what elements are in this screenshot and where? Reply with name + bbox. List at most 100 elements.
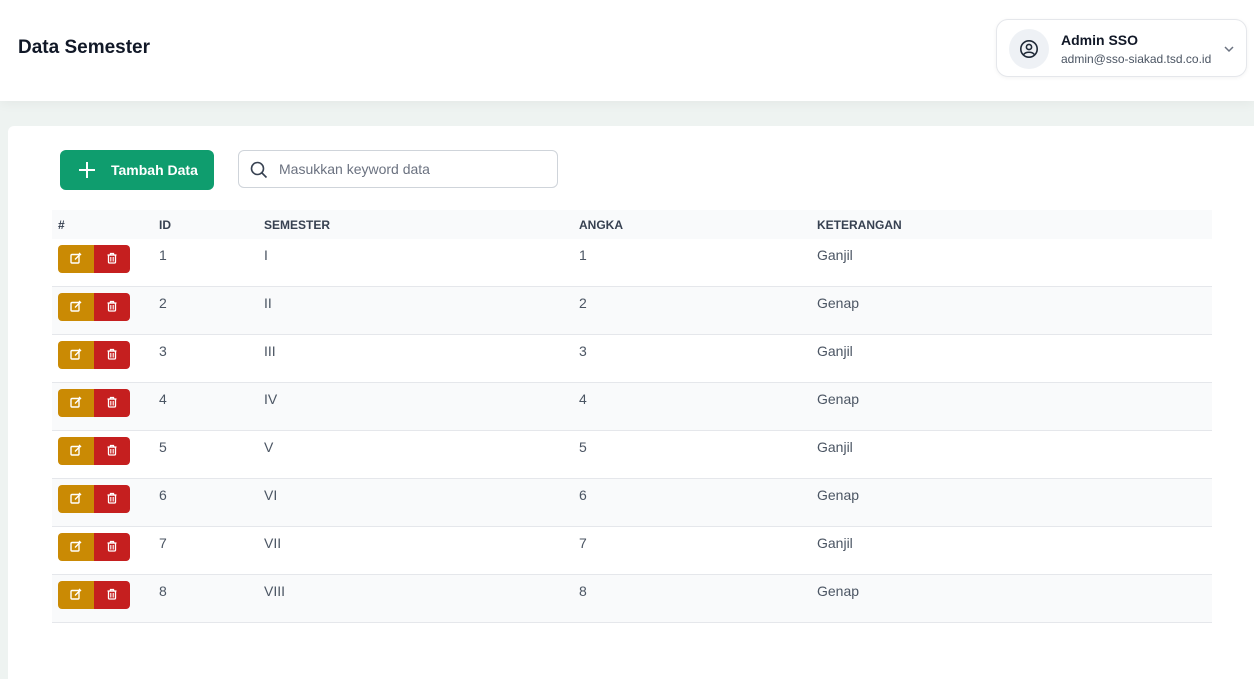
cell-angka: 6 (579, 487, 587, 503)
cell-semester: I (264, 247, 268, 263)
table-row: 1 I 1 Ganjil (52, 239, 1212, 287)
edit-button[interactable] (58, 341, 94, 369)
trash-icon (106, 588, 118, 603)
delete-button[interactable] (94, 485, 130, 513)
edit-button[interactable] (58, 533, 94, 561)
chevron-down-icon[interactable] (1223, 42, 1235, 60)
cell-id: 6 (159, 487, 167, 503)
trash-icon (106, 252, 118, 267)
cell-id: 7 (159, 535, 167, 551)
edit-icon (70, 444, 82, 459)
cell-angka: 8 (579, 583, 587, 599)
delete-button[interactable] (94, 437, 130, 465)
cell-id: 2 (159, 295, 167, 311)
edit-icon (70, 492, 82, 507)
cell-angka: 7 (579, 535, 587, 551)
trash-icon (106, 300, 118, 315)
edit-button[interactable] (58, 485, 94, 513)
row-actions (58, 341, 130, 369)
delete-button[interactable] (94, 245, 130, 273)
cell-semester: III (264, 343, 276, 359)
row-actions (58, 533, 130, 561)
column-header-angka: ANGKA (579, 218, 623, 232)
search-icon (250, 161, 268, 184)
cell-angka: 3 (579, 343, 587, 359)
column-header-keterangan: KETERANGAN (817, 218, 902, 232)
cell-semester: VII (264, 535, 282, 551)
search-box[interactable] (238, 150, 558, 188)
trash-icon (106, 492, 118, 507)
delete-button[interactable] (94, 581, 130, 609)
cell-semester: VI (264, 487, 278, 503)
edit-button[interactable] (58, 581, 94, 609)
cell-keterangan: Genap (817, 295, 860, 311)
edit-icon (70, 252, 82, 267)
cell-keterangan: Ganjil (817, 439, 853, 455)
add-data-button[interactable]: Tambah Data (60, 150, 214, 190)
user-email: admin@sso-siakad.tsd.co.id (1061, 52, 1212, 66)
row-actions (58, 293, 130, 321)
cell-semester: V (264, 439, 274, 455)
cell-keterangan: Ganjil (817, 247, 853, 263)
cell-id: 8 (159, 583, 167, 599)
user-name: Admin SSO (1061, 32, 1139, 48)
table-row: 5 V 5 Ganjil (52, 431, 1212, 479)
edit-button[interactable] (58, 293, 94, 321)
row-actions (58, 437, 130, 465)
table-row: 2 II 2 Genap (52, 287, 1212, 335)
cell-keterangan: Genap (817, 583, 860, 599)
cell-semester: IV (264, 391, 278, 407)
edit-button[interactable] (58, 437, 94, 465)
edit-icon (70, 300, 82, 315)
column-header-id: ID (159, 218, 171, 232)
table-row: 4 IV 4 Genap (52, 383, 1212, 431)
row-actions (58, 581, 130, 609)
edit-icon (70, 348, 82, 363)
trash-icon (106, 540, 118, 555)
table-row: 8 VIII 8 Genap (52, 575, 1212, 623)
content-panel: Tambah Data # ID SEMESTER ANGKA KETERANG… (8, 126, 1254, 679)
row-actions (58, 389, 130, 417)
trash-icon (106, 444, 118, 459)
trash-icon (106, 348, 118, 363)
delete-button[interactable] (94, 341, 130, 369)
plus-icon (78, 161, 96, 179)
cell-id: 1 (159, 247, 167, 263)
cell-id: 3 (159, 343, 167, 359)
cell-keterangan: Genap (817, 391, 860, 407)
cell-angka: 2 (579, 295, 587, 311)
cell-semester: VIII (264, 583, 286, 599)
user-circle-icon (1009, 29, 1049, 69)
edit-icon (70, 540, 82, 555)
cell-id: 5 (159, 439, 167, 455)
cell-angka: 1 (579, 247, 587, 263)
edit-icon (70, 588, 82, 603)
edit-button[interactable] (58, 389, 94, 417)
delete-button[interactable] (94, 293, 130, 321)
row-actions (58, 485, 130, 513)
cell-keterangan: Ganjil (817, 343, 853, 359)
trash-icon (106, 396, 118, 411)
table-row: 6 VI 6 Genap (52, 479, 1212, 527)
add-data-label: Tambah Data (111, 162, 198, 178)
cell-keterangan: Ganjil (817, 535, 853, 551)
column-header-semester: SEMESTER (264, 218, 331, 232)
search-input[interactable] (279, 151, 549, 187)
edit-button[interactable] (58, 245, 94, 273)
table-header: # ID SEMESTER ANGKA KETERANGAN (52, 210, 1212, 239)
semester-table: # ID SEMESTER ANGKA KETERANGAN 1 I 1 Ganjil… (52, 210, 1212, 623)
cell-id: 4 (159, 391, 167, 407)
top-bar: Data Semester Admin SSO admin@sso-siakad… (0, 0, 1254, 101)
delete-button[interactable] (94, 389, 130, 417)
column-header-number: # (58, 218, 65, 232)
cell-keterangan: Genap (817, 487, 860, 503)
cell-angka: 5 (579, 439, 587, 455)
user-menu[interactable]: Admin SSO admin@sso-siakad.tsd.co.id (996, 19, 1247, 77)
row-actions (58, 245, 130, 273)
table-row: 3 III 3 Ganjil (52, 335, 1212, 383)
delete-button[interactable] (94, 533, 130, 561)
page-title: Data Semester (18, 37, 151, 58)
cell-semester: II (264, 295, 272, 311)
cell-angka: 4 (579, 391, 587, 407)
edit-icon (70, 396, 82, 411)
